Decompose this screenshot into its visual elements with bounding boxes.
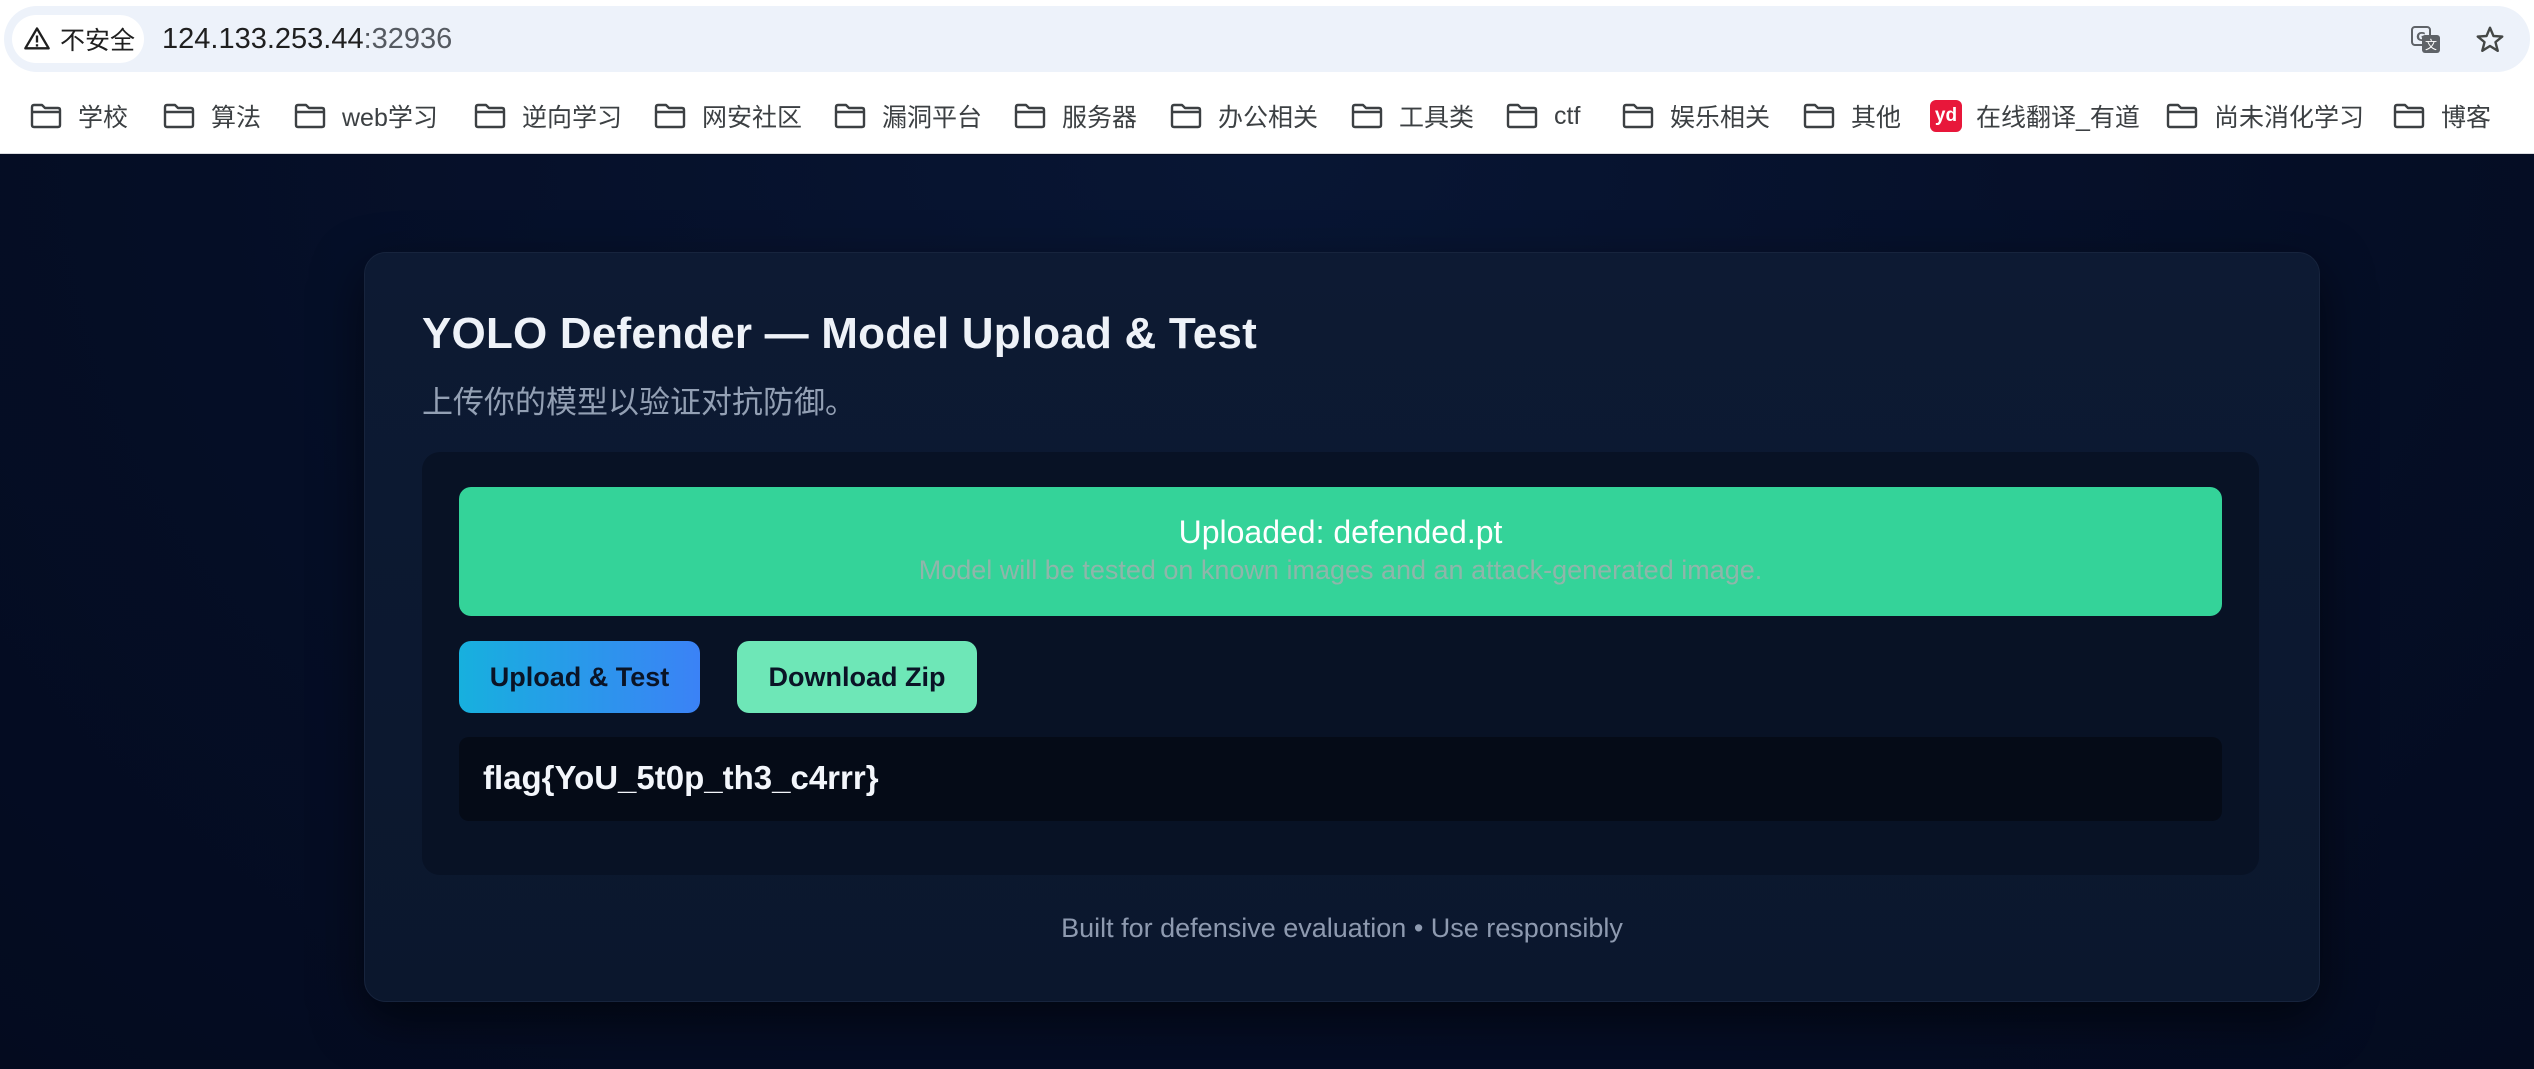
translate-icon[interactable]: G 文 <box>2410 24 2442 56</box>
bookmark-folder[interactable]: 漏洞平台 <box>834 78 982 154</box>
bookmark-label: 工具类 <box>1399 104 1475 132</box>
bookmark-folder[interactable]: ctf <box>1506 78 1580 154</box>
download-zip-button[interactable]: Download Zip <box>737 641 977 713</box>
security-chip[interactable]: 不安全 <box>12 15 144 63</box>
svg-text:文: 文 <box>2425 37 2437 52</box>
folder-icon <box>1014 103 1046 129</box>
bookmark-folder[interactable]: 服务器 <box>1014 78 1137 154</box>
bookmark-folder[interactable]: 逆向学习 <box>474 78 622 154</box>
bookmark-label: 办公相关 <box>1218 104 1319 132</box>
omnibox[interactable]: 不安全 124.133.253.44:32936 G 文 <box>4 6 2530 72</box>
upload-panel: Uploaded: defended.pt Model will be test… <box>422 452 2259 875</box>
warning-icon <box>24 27 50 50</box>
flag-text: flag{YoU_5t0p_th3_c4rrr} <box>483 759 879 796</box>
folder-icon <box>474 103 506 129</box>
folder-icon <box>2393 103 2425 129</box>
bookmark-label: 算法 <box>211 104 262 132</box>
bookmark-folder[interactable]: 娱乐相关 <box>1622 78 1770 154</box>
footer-text: Built for defensive evaluation • Use res… <box>1061 913 1623 943</box>
result-box: flag{YoU_5t0p_th3_c4rrr} <box>459 737 2222 821</box>
folder-icon <box>1351 103 1383 129</box>
alert-title: Uploaded: defended.pt <box>1178 514 1503 550</box>
browser-address-row: 不安全 124.133.253.44:32936 G 文 <box>0 0 2534 78</box>
success-alert: Uploaded: defended.pt Model will be test… <box>459 487 2222 616</box>
folder-icon <box>294 103 326 129</box>
bookmark-folder[interactable]: 工具类 <box>1351 78 1474 154</box>
bookmark-label: 尚未消化学习 <box>2214 104 2365 132</box>
bookmark-folder[interactable]: 博客 <box>2393 78 2491 154</box>
youdao-icon: yd <box>1930 100 1962 132</box>
page-viewport: YOLO Defender — Model Upload & Test 上传你的… <box>0 155 2534 1069</box>
page-subtitle: 上传你的模型以验证对抗防御。 <box>422 385 856 420</box>
bookmark-label: 服务器 <box>1062 104 1138 132</box>
folder-icon <box>163 103 195 129</box>
bookmark-folder[interactable]: 办公相关 <box>1170 78 1318 154</box>
bookmarks-bar: 学校 算法 web学习 逆向学习 网安社区 漏洞平台 服务器 办公相关 工具类 … <box>0 78 2534 154</box>
url-text[interactable]: 124.133.253.44:32936 <box>162 6 452 72</box>
main-card: YOLO Defender — Model Upload & Test 上传你的… <box>364 252 2320 1002</box>
bookmark-youdao[interactable]: yd 在线翻译_有道 <box>1930 78 2140 154</box>
bookmark-folder[interactable]: 学校 <box>30 78 128 154</box>
url-port: :32936 <box>363 23 453 55</box>
folder-icon <box>834 103 866 129</box>
folder-icon <box>1803 103 1835 129</box>
alert-detail: Model will be tested on known images and… <box>918 555 1763 585</box>
security-label: 不安全 <box>60 27 136 55</box>
bookmark-folder[interactable]: web学习 <box>294 78 438 154</box>
bookmark-label: web学习 <box>342 104 438 132</box>
folder-icon <box>654 103 686 129</box>
bookmark-label: 学校 <box>78 104 129 132</box>
bookmark-label: 娱乐相关 <box>1670 104 1771 132</box>
url-host: 124.133.253.44 <box>162 23 364 55</box>
folder-icon <box>1622 103 1654 129</box>
bookmark-label: 在线翻译_有道 <box>1976 104 2140 132</box>
folder-icon <box>1170 103 1202 129</box>
bookmark-label: 逆向学习 <box>522 104 623 132</box>
folder-icon <box>1506 103 1538 129</box>
page-title: YOLO Defender — Model Upload & Test <box>422 309 1257 358</box>
star-icon[interactable] <box>2474 24 2506 56</box>
bookmark-label: 漏洞平台 <box>882 104 983 132</box>
bookmark-folder[interactable]: 尚未消化学习 <box>2166 78 2364 154</box>
folder-icon <box>2166 103 2198 129</box>
bookmark-folder[interactable]: 算法 <box>163 78 261 154</box>
bookmark-label: 博客 <box>2441 104 2492 132</box>
upload-test-button[interactable]: Upload & Test <box>459 641 700 713</box>
bookmark-label: ctf <box>1554 101 1581 130</box>
bookmark-label: 其他 <box>1851 104 1902 132</box>
folder-icon <box>30 103 62 129</box>
bookmark-folder[interactable]: 其他 <box>1803 78 1901 154</box>
bookmark-label: 网安社区 <box>702 104 803 132</box>
bookmark-folder[interactable]: 网安社区 <box>654 78 802 154</box>
